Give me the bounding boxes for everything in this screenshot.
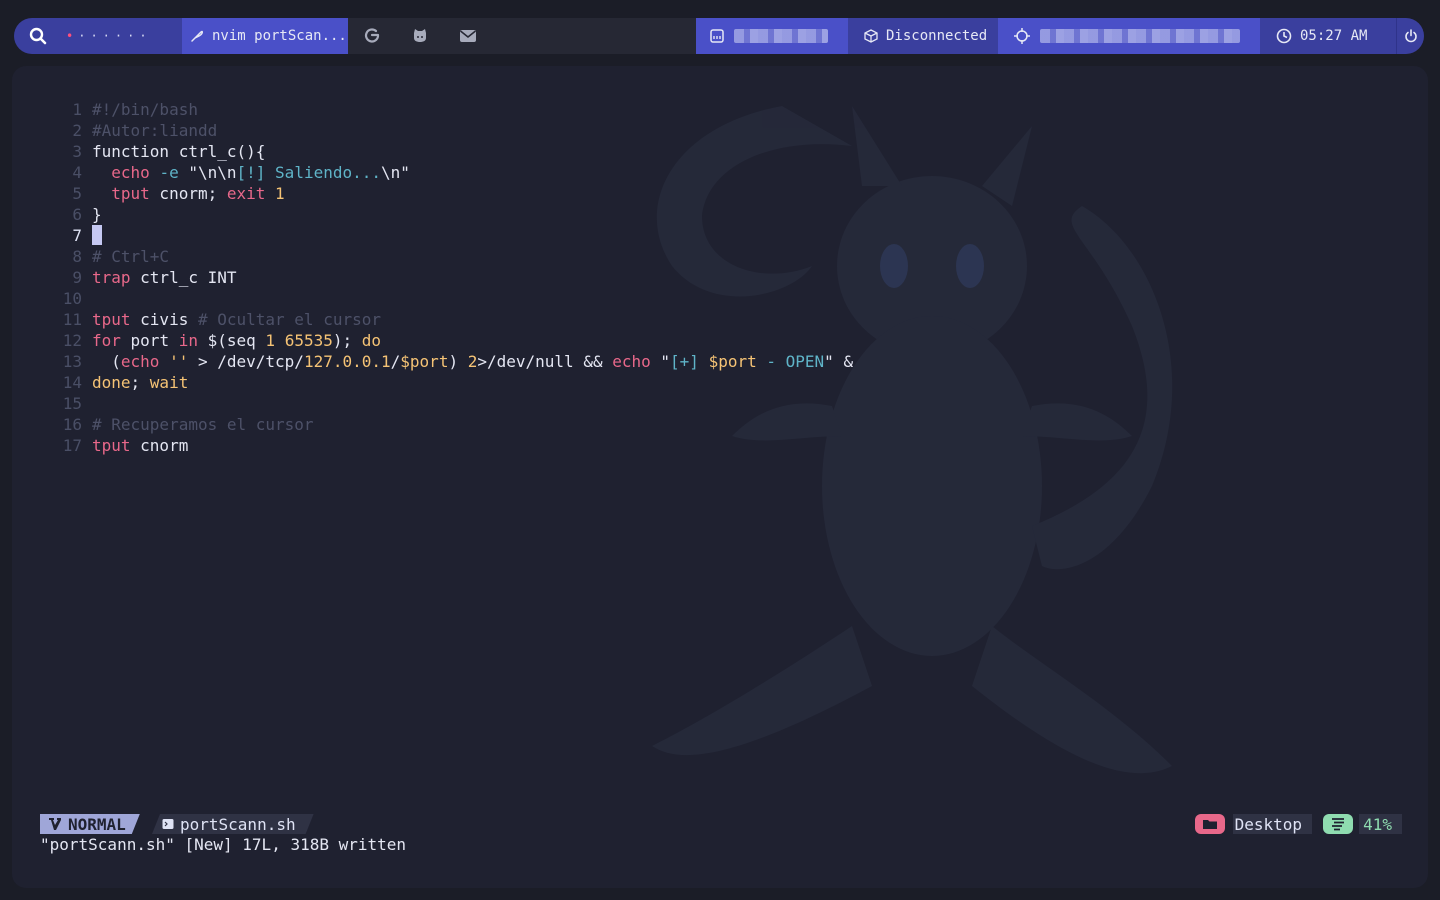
workspace-indicator[interactable]: • ······	[62, 18, 182, 54]
window-title-text: nvim portScan...	[212, 28, 347, 44]
line-number: 6	[72, 205, 82, 224]
code-line[interactable]: 8 # Ctrl+C	[52, 246, 853, 267]
statusline: NORMAL portScann.sh Desktop 41%	[40, 814, 1402, 836]
code-line[interactable]: 2 #Autor:liandd	[52, 120, 853, 141]
mode-text: NORMAL	[68, 814, 126, 834]
active-window-title[interactable]: nvim portScan...	[182, 18, 348, 54]
position-segment: 41%	[1323, 814, 1402, 834]
app-launchers	[348, 18, 696, 54]
text-cursor	[92, 225, 102, 245]
ethernet-icon	[710, 29, 724, 43]
code-text: tput cnorm	[92, 436, 189, 455]
code-line[interactable]: 3 function ctrl_c(){	[52, 141, 853, 162]
line-number: 2	[72, 121, 82, 140]
line-number: 1	[72, 100, 82, 119]
directory-segment: Desktop	[1194, 814, 1312, 834]
mail-icon[interactable]	[458, 26, 478, 46]
code-text: tput cnorm; exit 1	[111, 184, 285, 203]
code-line[interactable]: 12 for port in $(seq 1 65535); do	[52, 330, 853, 351]
line-number: 8	[72, 247, 82, 266]
lines-icon	[1323, 814, 1354, 834]
line-number: 17	[62, 436, 82, 455]
vpn-status[interactable]: Disconnected	[848, 18, 998, 54]
folder-icon	[1194, 814, 1225, 834]
code-text: #!/bin/bash	[92, 100, 198, 119]
top-bar: • ······ nvim portScan... Disconnected 05…	[14, 18, 1424, 54]
code-line[interactable]: 10	[52, 288, 853, 309]
code-line[interactable]: 14 done; wait	[52, 372, 853, 393]
code-text: # Ctrl+C	[92, 247, 170, 266]
line-number: 16	[62, 415, 82, 434]
code-line[interactable]: 1 #!/bin/bash	[52, 99, 853, 120]
cube-icon	[864, 29, 878, 43]
code-text: # Recuperamos el cursor	[92, 415, 314, 434]
code-text: trap ctrl_c INT	[92, 268, 237, 287]
google-icon[interactable]	[362, 26, 382, 46]
code-editor[interactable]: 1 #!/bin/bash 2 #Autor:liandd 3 function ctrl…	[52, 99, 853, 456]
clock-time: 05:27 AM	[1300, 28, 1368, 44]
code-text	[92, 225, 102, 246]
code-line[interactable]: 16 # Recuperamos el cursor	[52, 414, 853, 435]
line-number: 12	[62, 331, 82, 350]
code-text: tput civis # Ocultar el cursor	[92, 310, 381, 329]
code-text: done; wait	[92, 373, 189, 392]
code-line[interactable]: 9 trap ctrl_c INT	[52, 267, 853, 288]
code-text: #Autor:liandd	[92, 121, 218, 140]
crosshair-icon	[1014, 28, 1030, 44]
github-icon[interactable]	[410, 26, 430, 46]
line-number: 5	[72, 184, 82, 203]
code-text: function ctrl_c(){	[92, 142, 266, 161]
feather-icon	[191, 30, 204, 42]
power-icon	[1404, 29, 1417, 43]
vim-icon	[48, 817, 62, 831]
directory-name: Desktop	[1232, 814, 1312, 834]
line-number: 7	[72, 226, 82, 245]
filename-text: portScann.sh	[180, 814, 296, 834]
filename-segment: portScann.sh	[152, 814, 314, 834]
line-number: 15	[62, 394, 82, 413]
code-line[interactable]: 15	[52, 393, 853, 414]
search-button[interactable]	[14, 18, 62, 54]
clock-icon	[1276, 28, 1292, 44]
line-number: 4	[72, 163, 82, 182]
command-message: "portScann.sh" [New] 17L, 318B written	[40, 835, 407, 854]
target-redacted	[1040, 29, 1240, 43]
line-number: 11	[62, 310, 82, 329]
mode-indicator: NORMAL	[40, 814, 140, 834]
code-line[interactable]: 5 tput cnorm; exit 1	[52, 183, 853, 204]
line-number: 13	[62, 352, 82, 371]
file-percent: 41%	[1359, 814, 1402, 834]
power-button[interactable]	[1396, 18, 1424, 54]
code-line[interactable]: 4 echo -e "\n\n[!] Saliendo...\n"	[52, 162, 853, 183]
code-line[interactable]: 6}	[52, 204, 853, 225]
code-text: (echo '' > /dev/tcp/127.0.0.1/$port) 2>/…	[92, 352, 854, 371]
workspace-dots[interactable]: ······	[78, 29, 151, 43]
line-number: 9	[72, 268, 82, 287]
host-ip-redacted	[734, 29, 828, 43]
search-icon	[29, 27, 47, 45]
code-line[interactable]: 17 tput cnorm	[52, 435, 853, 456]
line-number: 10	[62, 289, 82, 308]
code-text: }	[92, 205, 102, 224]
vpn-status-text: Disconnected	[886, 28, 988, 44]
workspace-active-dot[interactable]: •	[66, 29, 78, 43]
code-text: echo -e "\n\n[!] Saliendo...\n"	[111, 163, 410, 182]
code-text: for port in $(seq 1 65535); do	[92, 331, 382, 350]
target-indicator[interactable]	[998, 18, 1260, 54]
terminal-file-icon	[162, 818, 174, 830]
code-line[interactable]: 7	[52, 225, 853, 246]
code-line[interactable]: 13 (echo '' > /dev/tcp/127.0.0.1/$port) …	[52, 351, 853, 372]
code-line[interactable]: 11 tput civis # Ocultar el cursor	[52, 309, 853, 330]
terminal-window[interactable]: 1 #!/bin/bash 2 #Autor:liandd 3 function ctrl…	[12, 66, 1428, 888]
clock: 05:27 AM	[1260, 18, 1396, 54]
line-number: 3	[72, 142, 82, 161]
line-number: 14	[62, 373, 82, 392]
host-ip-indicator[interactable]	[696, 18, 848, 54]
